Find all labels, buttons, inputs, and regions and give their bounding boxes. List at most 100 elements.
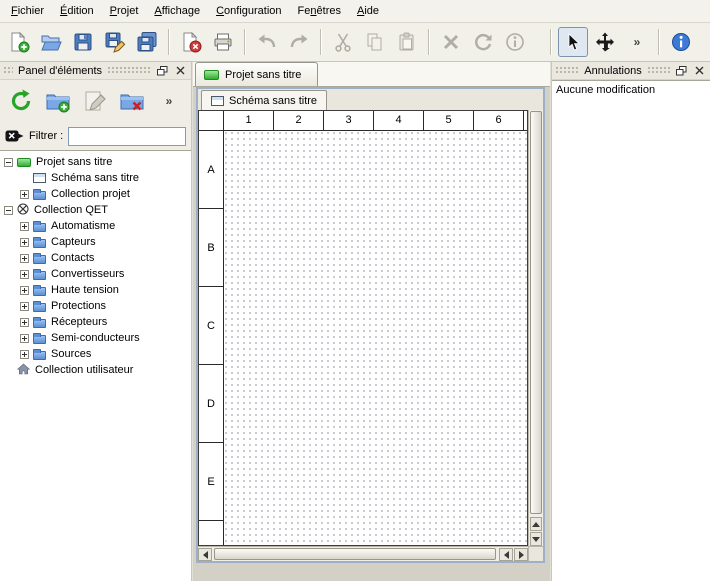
expand-expander-icon[interactable] [20, 334, 29, 343]
float-panel-button[interactable] [155, 64, 170, 77]
tree-item-protections[interactable]: Protections [0, 298, 191, 314]
collapse-expander-icon[interactable] [4, 206, 13, 215]
tree-item-automatisme[interactable]: Automatisme [0, 218, 191, 234]
toolbar-separator [550, 29, 552, 55]
tree-item-project[interactable]: Projet sans titre [0, 154, 191, 170]
close-panel-button[interactable] [173, 64, 188, 77]
move-tool-button[interactable] [590, 27, 620, 57]
dock-grip[interactable] [555, 66, 579, 75]
horizontal-scrollbar-thumb[interactable] [214, 548, 496, 560]
reload-collections-button[interactable] [5, 85, 37, 117]
expand-expander-icon[interactable] [20, 318, 29, 327]
tree-item-haute-tension[interactable]: Haute tension [0, 282, 191, 298]
expand-expander-icon[interactable] [20, 222, 29, 231]
scroll-down-button[interactable] [530, 532, 542, 546]
expand-expander-icon[interactable] [20, 286, 29, 295]
tree-item-label: Collection utilisateur [35, 364, 133, 376]
scroll-right-button[interactable] [514, 548, 528, 561]
close-icon [695, 66, 704, 75]
menu-edition[interactable]: Édition [52, 1, 102, 21]
project-icon [17, 158, 31, 167]
expand-expander-icon[interactable] [20, 302, 29, 311]
expand-expander-icon[interactable] [20, 270, 29, 279]
vertical-scrollbar-thumb[interactable] [530, 111, 542, 514]
filter-input[interactable] [68, 127, 186, 146]
menu-aide[interactable]: Aide [349, 1, 387, 21]
tree-item-convertisseurs[interactable]: Convertisseurs [0, 266, 191, 282]
reload-icon [8, 88, 34, 114]
delete-element-button[interactable] [116, 85, 148, 117]
close-panel-button[interactable] [692, 64, 707, 77]
mdi-area: Projet sans titre Schéma sans titre 1 [193, 62, 550, 581]
copy-button[interactable] [360, 27, 390, 57]
element-info-icon [504, 31, 526, 53]
folder-icon [33, 239, 46, 248]
cut-button[interactable] [328, 27, 358, 57]
scroll-left-button[interactable] [198, 548, 212, 561]
element-info-button[interactable] [500, 27, 530, 57]
column-header: 1 [224, 111, 274, 130]
expand-expander-icon[interactable] [20, 350, 29, 359]
close-file-button[interactable] [176, 27, 206, 57]
print-button[interactable] [208, 27, 238, 57]
undo-button[interactable] [252, 27, 282, 57]
scroll-left-button[interactable] [499, 548, 513, 561]
tree-item-recepteurs[interactable]: Récepteurs [0, 314, 191, 330]
collapse-expander-icon[interactable] [4, 158, 13, 167]
tree-item-collection-utilisateur[interactable]: Collection utilisateur [0, 362, 191, 378]
expand-expander-icon[interactable] [20, 238, 29, 247]
paste-button[interactable] [392, 27, 422, 57]
save-as-icon [104, 31, 126, 53]
row-ruler: A B C D E [199, 131, 224, 545]
dock-grip[interactable] [107, 66, 152, 75]
menu-projet[interactable]: Projet [102, 1, 147, 21]
tree-item-contacts[interactable]: Contacts [0, 250, 191, 266]
elements-panel-titlebar[interactable]: Panel d'éléments [0, 62, 191, 80]
delete-selection-button[interactable] [436, 27, 466, 57]
expand-expander-icon[interactable] [20, 190, 29, 199]
tree-item-semi-conducteurs[interactable]: Semi-conducteurs [0, 330, 191, 346]
undo-panel-titlebar[interactable]: Annulations [552, 62, 710, 80]
menu-fenetres[interactable]: Fenêtres [290, 1, 349, 21]
save-button[interactable] [68, 27, 98, 57]
save-as-button[interactable] [100, 27, 130, 57]
tree-item-label: Projet sans titre [36, 156, 112, 168]
schema-tab[interactable]: Schéma sans titre [201, 90, 327, 110]
clear-filter-icon[interactable] [5, 128, 24, 144]
undo-icon [256, 31, 278, 53]
edit-element-button[interactable] [79, 85, 111, 117]
float-panel-button[interactable] [674, 64, 689, 77]
schema-canvas[interactable]: 1 2 3 4 5 6 A B C D [198, 110, 528, 546]
tree-item-collection-projet[interactable]: Collection projet [0, 186, 191, 202]
drawing-grid[interactable] [225, 132, 527, 545]
undo-panel-title: Annulations [582, 65, 644, 77]
expand-expander-icon[interactable] [20, 254, 29, 263]
vertical-scrollbar[interactable] [528, 110, 543, 546]
project-tab[interactable]: Projet sans titre [195, 62, 318, 86]
horizontal-scrollbar[interactable] [198, 546, 528, 561]
save-all-button[interactable] [132, 27, 162, 57]
dock-grip[interactable] [3, 66, 13, 75]
undo-history-list[interactable]: Aucune modification [552, 80, 710, 581]
new-element-button[interactable] [42, 85, 74, 117]
menu-fichier[interactable]: Fichier [3, 1, 52, 21]
elements-tree: Projet sans titre Schéma sans titre Coll… [0, 150, 191, 581]
menu-affichage[interactable]: Affichage [146, 1, 208, 21]
select-tool-button[interactable] [558, 27, 588, 57]
dock-grip[interactable] [647, 66, 671, 75]
panel-overflow-button[interactable]: » [153, 85, 185, 117]
redo-button[interactable] [284, 27, 314, 57]
tree-item-schema[interactable]: Schéma sans titre [0, 170, 191, 186]
open-project-button[interactable] [36, 27, 66, 57]
tree-item-collection-qet[interactable]: Collection QET [0, 202, 191, 218]
tree-item-capteurs[interactable]: Capteurs [0, 234, 191, 250]
scroll-up-button[interactable] [530, 517, 542, 531]
about-button[interactable] [666, 27, 696, 57]
menu-configuration[interactable]: Configuration [208, 1, 289, 21]
rotate-selection-button[interactable] [468, 27, 498, 57]
new-document-button[interactable] [4, 27, 34, 57]
folder-icon [33, 351, 46, 360]
column-header: 2 [274, 111, 324, 130]
tree-item-sources[interactable]: Sources [0, 346, 191, 362]
toolbar-overflow-button[interactable]: » [622, 27, 652, 57]
